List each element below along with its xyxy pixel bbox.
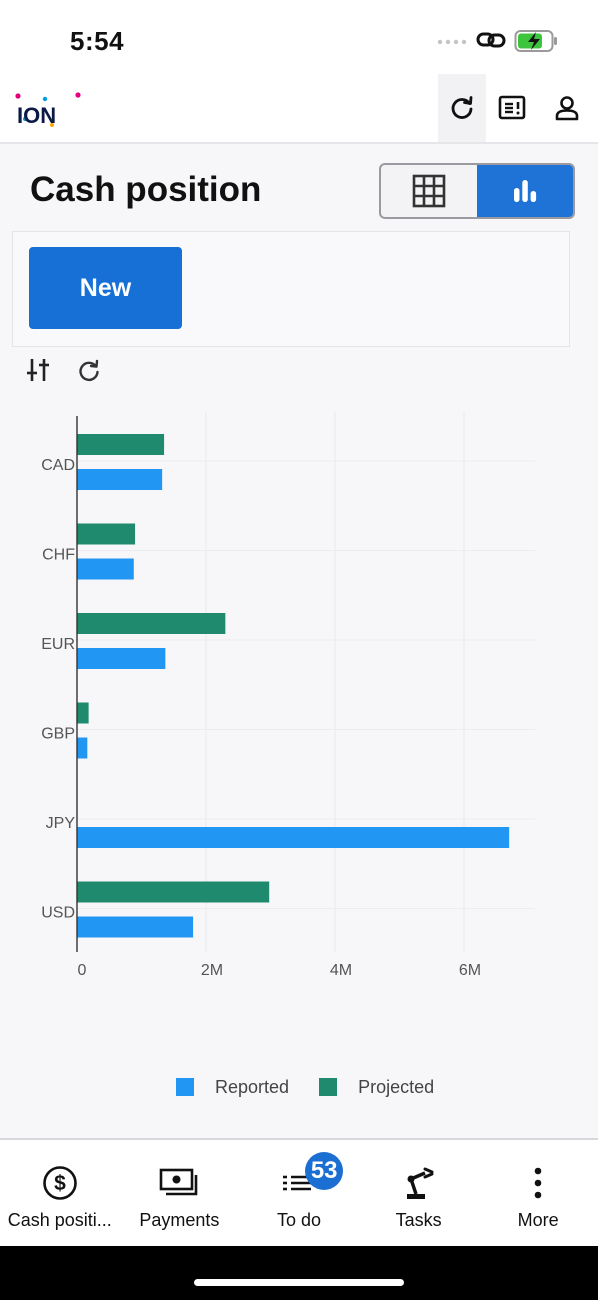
payments-icon [160, 1168, 198, 1196]
y-tick-label: GBP [41, 726, 75, 743]
new-button[interactable]: New [29, 247, 182, 329]
grid-view-button[interactable] [381, 165, 477, 217]
actions-card: New [12, 231, 570, 347]
y-tick-label: EUR [41, 636, 75, 653]
nav-payments[interactable]: Payments [120, 1140, 240, 1246]
bar-reported-chf[interactable] [77, 558, 134, 580]
chart-view-button[interactable] [477, 165, 573, 217]
alerts-button[interactable] [488, 74, 536, 142]
legend-swatch-projected [319, 1078, 338, 1096]
bar-projected-gbp[interactable] [77, 702, 89, 724]
signal-icon [437, 39, 467, 45]
home-indicator[interactable] [194, 1279, 404, 1286]
bottom-nav: $ Cash positi... Payments 53 To do Tasks… [0, 1138, 598, 1246]
nav-label: Tasks [395, 1210, 442, 1230]
x-tick-label: 6M [459, 962, 481, 979]
x-tick-label: 2M [201, 962, 223, 979]
status-bar: 5:54 [0, 0, 598, 74]
bar-reported-gbp[interactable] [77, 737, 88, 759]
nav-label: Payments [139, 1210, 220, 1230]
nav-label: More [517, 1210, 559, 1230]
more-vertical-icon [534, 1167, 542, 1199]
legend-label-reported: Reported [215, 1076, 290, 1097]
page-title: Cash position [30, 170, 262, 209]
bar-projected-chf[interactable] [77, 523, 136, 545]
chart-refresh-icon[interactable] [77, 359, 101, 383]
nav-cash-position[interactable]: $ Cash positi... [0, 1140, 120, 1246]
nav-label: Cash positi... [7, 1210, 112, 1230]
view-toggle [379, 163, 575, 219]
profile-button[interactable] [543, 74, 591, 142]
bar-reported-eur[interactable] [77, 648, 166, 669]
dollar-circle-icon: $ [42, 1166, 77, 1200]
robot-arm-icon [406, 1167, 434, 1199]
app-header: ION [0, 74, 598, 144]
home-indicator-area [0, 1246, 598, 1300]
battery-icon [514, 30, 557, 52]
bar-projected-cad[interactable] [77, 434, 165, 455]
link-icon [476, 32, 506, 48]
grid-icon [412, 174, 446, 208]
y-tick-label: CAD [41, 457, 75, 474]
user-icon [555, 96, 579, 121]
y-tick-label: CHF [42, 547, 75, 564]
legend-item-reported[interactable]: Reported [176, 1077, 289, 1098]
todo-count-badge: 53 [305, 1152, 344, 1190]
bar-projected-eur[interactable] [77, 613, 226, 634]
filter-sliders-icon[interactable] [26, 356, 52, 384]
bar-chart-icon [514, 180, 537, 202]
nav-tasks[interactable]: Tasks [359, 1140, 479, 1246]
legend-swatch-reported [176, 1078, 194, 1096]
alert-report-icon [498, 95, 526, 120]
chart-legend: Reported Projected [176, 1072, 464, 1102]
svg-text:$: $ [54, 1172, 66, 1195]
y-tick-label: USD [41, 905, 75, 922]
y-tick-label: JPY [46, 815, 76, 832]
cash-position-chart: CAD CHF EUR GBP JPY USD 0 2M 4M 6M [41, 412, 535, 979]
logo-text: ION [17, 103, 56, 128]
ion-logo: ION [15, 92, 81, 128]
refresh-button[interactable] [438, 74, 486, 142]
bar-projected-usd[interactable] [77, 881, 270, 903]
nav-more[interactable]: More [478, 1140, 598, 1246]
legend-label-projected: Projected [358, 1076, 435, 1097]
x-tick-label: 0 [78, 962, 87, 979]
bar-reported-jpy[interactable] [77, 827, 510, 848]
refresh-icon [451, 96, 473, 119]
legend-item-projected[interactable]: Projected [319, 1077, 434, 1098]
bar-reported-usd[interactable] [77, 916, 194, 938]
nav-todo[interactable]: 53 To do [239, 1140, 359, 1246]
x-tick-label: 4M [330, 962, 352, 979]
bar-reported-cad[interactable] [77, 469, 163, 490]
status-time: 5:54 [70, 26, 125, 56]
nav-label: To do [276, 1210, 321, 1230]
